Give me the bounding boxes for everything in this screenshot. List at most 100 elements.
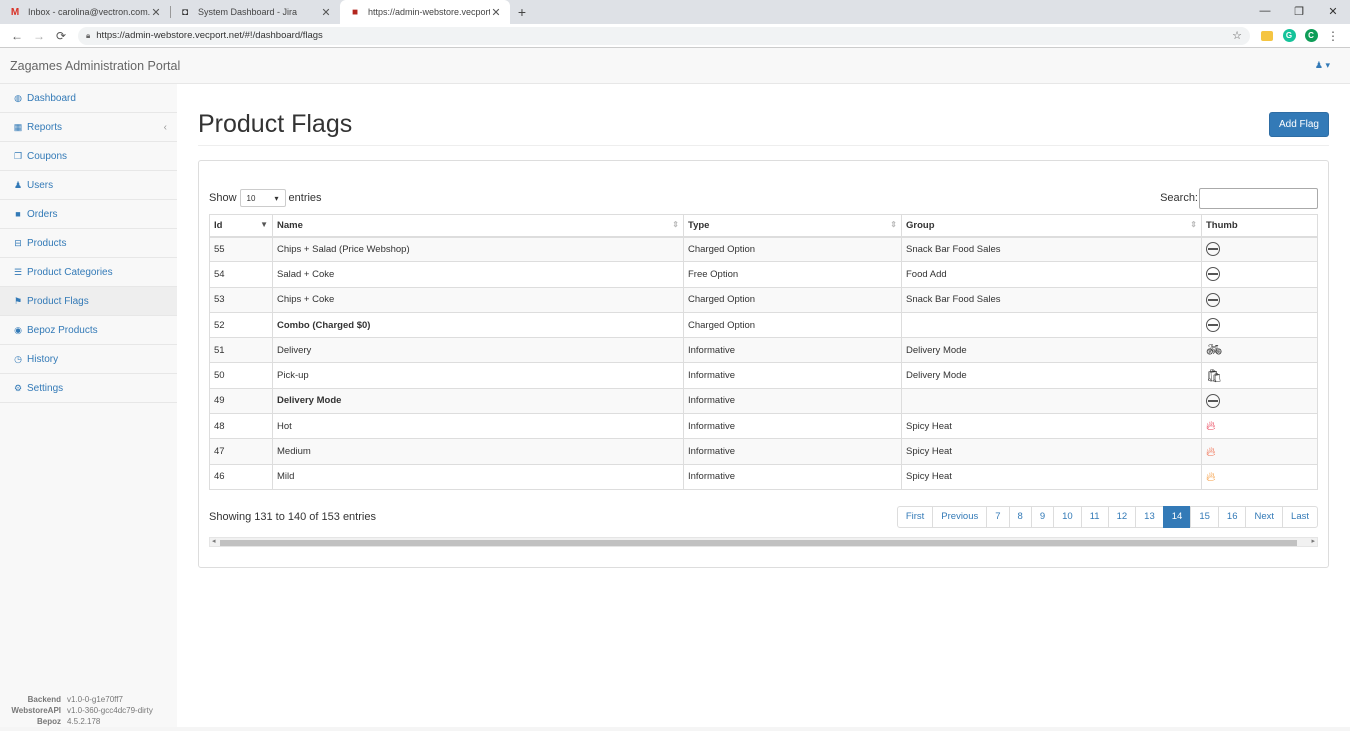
close-tab-icon[interactable]: ✕ [320,6,332,19]
sidebar-item-label: Bepoz Products [27,324,98,336]
table-row[interactable]: 51 Delivery Informative Delivery Mode 🚲︎ [209,337,1318,364]
page-button-11[interactable]: 11 [1080,505,1109,528]
cell-id: 47 [209,438,273,465]
sort-icon: ⇕ [1190,219,1197,229]
cell-type: Informative [683,387,902,415]
sidebar-item-label: Product Categories [27,266,113,278]
profile-avatar[interactable]: C [1300,27,1322,45]
extension-icon[interactable] [1256,27,1278,45]
sidebar-item-dashboard[interactable]: ◍ Dashboard [0,84,177,113]
page-button-14[interactable]: 14 [1162,505,1192,528]
forward-icon[interactable]: → [28,29,50,43]
user-icon: ♟ [13,179,23,190]
table-row[interactable]: 55 Chips + Salad (Price Webshop) Charged O… [209,235,1318,263]
page-button-12[interactable]: 12 [1107,505,1137,528]
bag-icon: 🛍︎ [1206,367,1223,383]
restore-icon[interactable]: ❐ [1282,0,1316,22]
sidebar-item-orders[interactable]: ■ Orders [0,200,177,229]
cell-id: 53 [209,286,273,313]
table-row[interactable]: 49 Delivery Mode Informative [209,387,1318,415]
back-icon[interactable]: ← [6,29,28,43]
page-button-next[interactable]: Next [1245,505,1284,528]
table-row[interactable]: 54 Salad + Coke Free Option Food Add [209,261,1318,288]
horizontal-scrollbar[interactable]: ◂ ▸ [209,536,1318,547]
url-bar[interactable]: 🔒︎ https://admin-webstore.vecport.net/#!… [78,26,1250,45]
grammarly-icon[interactable]: G [1278,27,1300,45]
browser-tab[interactable]: ■ https://admin-webstore.vecport.n ✕ [340,0,510,24]
column-header-group[interactable]: Group ⇕ [901,214,1202,238]
table-row[interactable]: 50 Pick-up Informative Delivery Mode 🛍︎ [209,362,1318,389]
add-flag-button[interactable]: Add Flag [1268,112,1329,137]
bicycle-icon: 🚲︎ [1206,342,1223,358]
table-row[interactable]: 52 Combo (Charged $0) Charged Option [209,311,1318,339]
close-window-icon[interactable]: ✕ [1316,0,1350,22]
sidebar-item-product-categories[interactable]: ☰ Product Categories [0,258,177,287]
browser-tabs: M Inbox - carolina@vectron.com.au ✕ ◘ System… [0,0,510,24]
column-header-thumb[interactable]: Thumb [1201,214,1318,238]
cell-id: 51 [209,337,273,364]
lock-icon: 🔒︎ [86,30,91,40]
sidebar-item-label: Orders [27,208,58,220]
version-row: Backend v1.0-0-g1e70ff7 [6,694,153,705]
search-input[interactable] [1199,187,1318,209]
sidebar-item-bepoz-products[interactable]: ◉ Bepoz Products [0,316,177,345]
page-length-select[interactable]: 10 ▾ [239,189,286,207]
sidebar-item-product-flags[interactable]: ⚑ Product Flags [0,287,177,316]
page-button-previous[interactable]: Previous [932,505,988,528]
sidebar-item-coupons[interactable]: ❐ Coupons [0,142,177,171]
browser-tab[interactable]: M Inbox - carolina@vectron.com.au ✕ [0,0,170,24]
page-button-8[interactable]: 8 [1008,505,1032,528]
sidebar-item-users[interactable]: ♟ Users [0,171,177,200]
page-button-7[interactable]: 7 [986,505,1010,528]
bookmark-star-icon[interactable]: ☆ [1232,29,1242,42]
scrollbar-thumb[interactable] [220,539,1297,546]
url-text: https://admin-webstore.vecport.net/#!/da… [96,30,323,41]
table-row[interactable]: 53 Chips + Coke Charged Option Snack Bar Fo… [209,286,1318,313]
sidebar-item-label: Settings [27,382,64,394]
cell-group: Snack Bar Food Sales [901,286,1202,313]
column-header-type[interactable]: Type ⇕ [683,214,902,238]
sidebar-item-label: Products [27,237,67,249]
logo-icon [1206,393,1220,408]
sidebar-item-reports[interactable]: ▦ Reports ‹ [0,113,177,142]
flame-hot-icon: 🔥︎ [1206,418,1216,434]
sidebar-item-products[interactable]: ⊟ Products [0,229,177,258]
page-button-10[interactable]: 10 [1053,505,1082,528]
cell-group: Food Add [901,261,1202,288]
brand-title[interactable]: Zagames Administration Portal [10,59,180,73]
page-button-first[interactable]: First [896,505,934,528]
menu-kebab-icon[interactable]: ⋮ [1322,29,1344,43]
chart-icon: ▦ [13,121,23,132]
version-row: WebstoreAPI v1.0-360-gcc4dc79-dirty [6,705,152,716]
cell-group: Delivery Mode [901,362,1202,389]
column-header-name[interactable]: Name ⇕ [272,214,684,238]
cell-name: Chips + Coke [272,286,684,313]
page-button-9[interactable]: 9 [1030,505,1055,528]
page-button-last[interactable]: Last [1282,505,1318,528]
page-button-16[interactable]: 16 [1217,505,1247,528]
page-button-13[interactable]: 13 [1135,505,1164,528]
scroll-right-icon[interactable]: ▸ [1311,537,1315,545]
sidebar-item-history[interactable]: ◷ History [0,345,177,374]
minimize-icon[interactable]: — [1248,0,1282,22]
scroll-left-icon[interactable]: ◂ [212,537,216,545]
browser-tab[interactable]: ◘ System Dashboard - Jira ✕ [170,0,340,24]
table-row[interactable]: 46 Mild Informative Spicy Heat 🔥︎ [209,463,1318,490]
new-tab-button[interactable]: + [510,0,534,24]
user-menu-icon[interactable]: ♟ ▾ [1315,60,1330,71]
close-tab-icon[interactable]: ✕ [150,6,162,19]
cell-type: Free Option [683,261,902,288]
logo-icon [1206,292,1220,307]
version-key: WebstoreAPI [11,706,61,715]
hdd-icon: ⊟ [14,237,22,248]
close-tab-icon[interactable]: ✕ [490,6,502,19]
table-row[interactable]: 48 Hot Informative Spicy Heat 🔥︎ [209,413,1318,440]
cell-name: Medium [272,438,684,465]
cell-name: Chips + Salad (Price Webshop) [272,235,684,263]
history-icon: ◷ [14,353,22,364]
reload-icon[interactable]: ⟳ [50,29,72,43]
column-header-id[interactable]: Id ▼ [209,214,273,238]
page-button-15[interactable]: 15 [1190,505,1219,528]
table-row[interactable]: 47 Medium Informative Spicy Heat 🔥︎ [209,438,1318,465]
sidebar-item-settings[interactable]: ⚙ Settings [0,374,177,403]
